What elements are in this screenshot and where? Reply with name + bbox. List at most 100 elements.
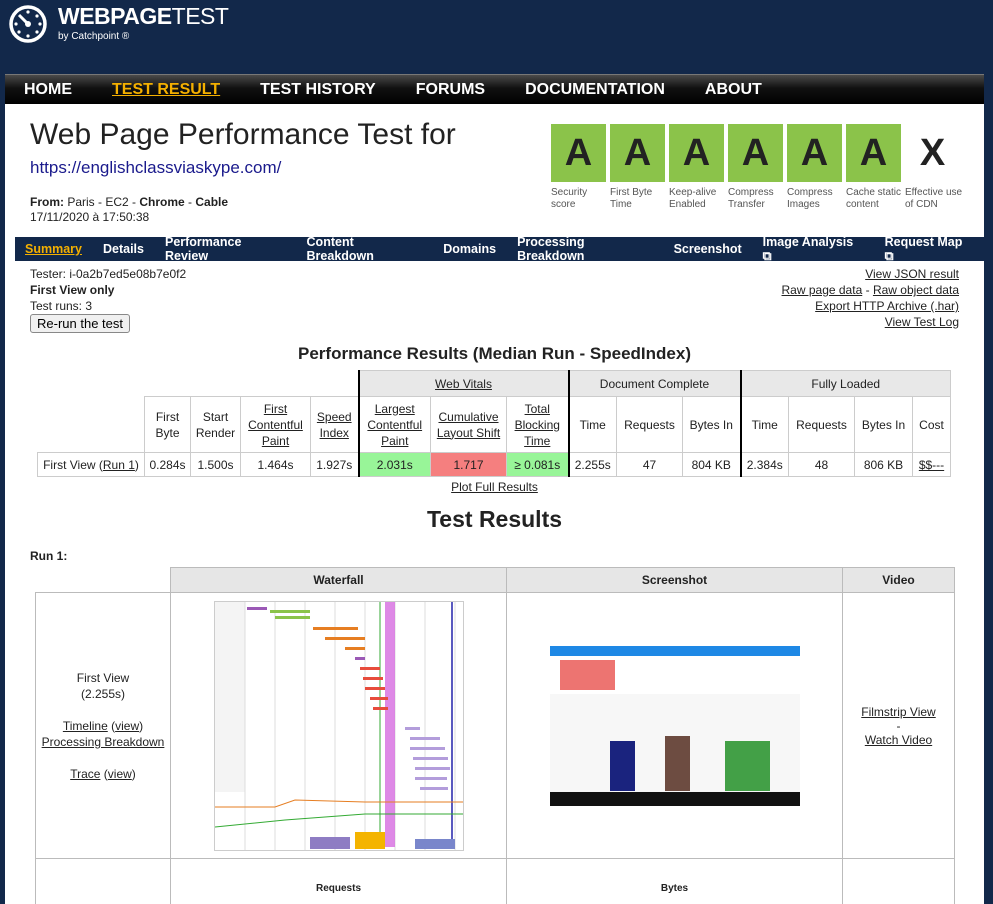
test-runs: Test runs: 3	[30, 299, 93, 313]
cell-cost[interactable]: $$---	[912, 452, 951, 477]
page-screenshot[interactable]	[549, 645, 800, 806]
trace-link[interactable]: Trace	[70, 767, 100, 781]
col-tbt[interactable]: Total Blocking Time	[506, 396, 569, 453]
raw-page-data-link[interactable]: Raw page data	[782, 283, 863, 297]
tab-content-breakdown[interactable]: Content Breakdown	[307, 235, 423, 263]
rerun-button[interactable]: Re-run the test	[30, 314, 130, 333]
col-full-time: Time	[739, 396, 789, 453]
col-doc-time: Time	[567, 396, 617, 453]
nav-about[interactable]: ABOUT	[705, 81, 762, 99]
tab-request-map[interactable]: Request Map ⧉	[885, 235, 973, 264]
col-full-requests: Requests	[788, 396, 855, 453]
col-speed-index[interactable]: Speed Index	[310, 396, 359, 453]
cell-doc-requests: 47	[616, 452, 683, 477]
test-results-title: Test Results	[426, 506, 563, 532]
row-label: First View (Run 1)	[37, 452, 145, 477]
cell-full-requests: 48	[788, 452, 855, 477]
tab-details[interactable]: Details	[103, 242, 144, 256]
export-har-link[interactable]: Export HTTP Archive (.har)	[815, 299, 959, 313]
view-test-log-link[interactable]: View Test Log	[885, 315, 959, 329]
main-nav: HOME TEST RESULT TEST HISTORY FORUMS DOC…	[5, 74, 984, 104]
brand-sub: by Catchpoint ®	[58, 30, 130, 42]
fully-loaded-header: Fully Loaded	[739, 370, 951, 397]
tab-processing-breakdown[interactable]: Processing Breakdown	[517, 235, 653, 263]
raw-object-data-link[interactable]: Raw object data	[873, 283, 959, 297]
performance-title: Performance Results (Median Run - SpeedI…	[298, 344, 691, 363]
brand-name: WEBPAGETEST	[58, 2, 229, 29]
col-cls[interactable]: Cumulative Layout Shift	[430, 396, 507, 453]
tester-id: Tester: i-0a2b7ed5e08b7e0f2	[30, 267, 187, 281]
webpagetest-logo[interactable]: WEBPAGETEST by Catchpoint ®	[8, 2, 229, 44]
tab-screenshot[interactable]: Screenshot	[674, 242, 742, 256]
col-start-render: Start Render	[190, 396, 241, 453]
view-json-link[interactable]: View JSON result	[865, 267, 959, 281]
grade-first-byte[interactable]: A First Byte Time	[610, 124, 669, 211]
page-title: Web Page Performance Test for	[30, 118, 456, 151]
waterfall-cell[interactable]	[170, 592, 507, 859]
col-cost: Cost	[912, 396, 951, 453]
col-lcp[interactable]: Largest Contentful Paint	[357, 396, 431, 453]
col-fcp[interactable]: First Contentful Paint	[240, 396, 311, 453]
col-full-bytes: Bytes In	[854, 396, 913, 453]
nav-home[interactable]: HOME	[24, 81, 72, 99]
cell-doc-time: 2.255s	[567, 452, 617, 477]
nav-documentation[interactable]: DOCUMENTATION	[525, 81, 665, 99]
cell-full-bytes: 806 KB	[854, 452, 913, 477]
cell-fcp: 1.464s	[240, 452, 311, 477]
video-cell: Filmstrip View - Watch Video	[842, 592, 955, 859]
timeline-link[interactable]: Timeline	[63, 719, 108, 733]
grade-compress-transfer[interactable]: A Compress Transfer	[728, 124, 787, 211]
document-complete-header: Document Complete	[567, 370, 741, 397]
result-links: View JSON result Raw page data - Raw obj…	[781, 267, 959, 329]
performance-table: Web Vitals Document Complete Fully Loade…	[37, 370, 951, 477]
cell-start-render: 1.500s	[190, 452, 241, 477]
filmstrip-link[interactable]: Filmstrip View	[861, 705, 935, 719]
run-1-link[interactable]: Run 1	[103, 458, 135, 472]
test-date: 17/11/2020 à 17:50:38	[30, 210, 150, 224]
cell-doc-bytes: 804 KB	[682, 452, 741, 477]
grade-cdn[interactable]: X Effective use of CDN	[905, 124, 964, 211]
col-doc-requests: Requests	[616, 396, 683, 453]
web-vitals-header[interactable]: Web Vitals	[357, 370, 569, 397]
screenshot-cell[interactable]	[506, 592, 843, 859]
plot-full-results: Plot Full Results	[451, 480, 538, 494]
screenshot-header: Screenshot	[506, 567, 843, 593]
processing-breakdown-link[interactable]: Processing Breakdown	[42, 735, 165, 749]
grade-cache-static[interactable]: A Cache static content	[846, 124, 905, 211]
first-view-only: First View only	[30, 283, 115, 297]
requests-label: Requests	[170, 858, 507, 904]
cell-speed-index: 1.927s	[310, 452, 359, 477]
stopwatch-icon	[9, 5, 47, 43]
waterfall-thumbnail[interactable]	[213, 600, 464, 851]
nav-test-history[interactable]: TEST HISTORY	[260, 81, 376, 99]
cell-first-byte: 0.284s	[144, 452, 191, 477]
nav-test-result[interactable]: TEST RESULT	[112, 81, 220, 99]
waterfall-image	[214, 601, 463, 850]
col-first-byte: First Byte	[144, 396, 191, 453]
watch-video-link[interactable]: Watch Video	[865, 733, 932, 747]
cell-full-time: 2.384s	[739, 452, 789, 477]
waterfall-header: Waterfall	[170, 567, 507, 593]
grade-keep-alive[interactable]: A Keep-alive Enabled	[669, 124, 728, 211]
tab-summary[interactable]: Summary	[25, 242, 82, 256]
col-doc-bytes: Bytes In	[682, 396, 741, 453]
bytes-label: Bytes	[506, 858, 843, 904]
trace-view-link[interactable]: view	[108, 767, 132, 781]
nav-forums[interactable]: FORUMS	[416, 81, 485, 99]
test-info: Tester: i-0a2b7ed5e08b7e0f2 First View o…	[30, 266, 186, 314]
grade-list: A Security score A First Byte Time A Keep-a…	[551, 124, 964, 211]
cell-cls: 1.717	[430, 452, 507, 477]
tested-url[interactable]: https://englishclassviaskype.com/	[30, 158, 281, 178]
screenshot-image	[549, 645, 800, 806]
grade-security[interactable]: A Security score	[551, 124, 610, 211]
timeline-view-link[interactable]: view	[115, 719, 139, 733]
tab-domains[interactable]: Domains	[443, 242, 496, 256]
grade-compress-images[interactable]: A Compress Images	[787, 124, 846, 211]
result-panel: Web Page Performance Test for https://en…	[5, 104, 984, 904]
tab-performance-review[interactable]: Performance Review	[165, 235, 286, 263]
result-subnav: Summary Details Performance Review Conte…	[15, 235, 984, 264]
cell-lcp: 2.031s	[357, 452, 431, 477]
cell-tbt: ≥ 0.081s	[506, 452, 569, 477]
tab-image-analysis[interactable]: Image Analysis ⧉	[763, 235, 864, 264]
results-table: Waterfall Screenshot Video First View (2…	[35, 567, 955, 904]
